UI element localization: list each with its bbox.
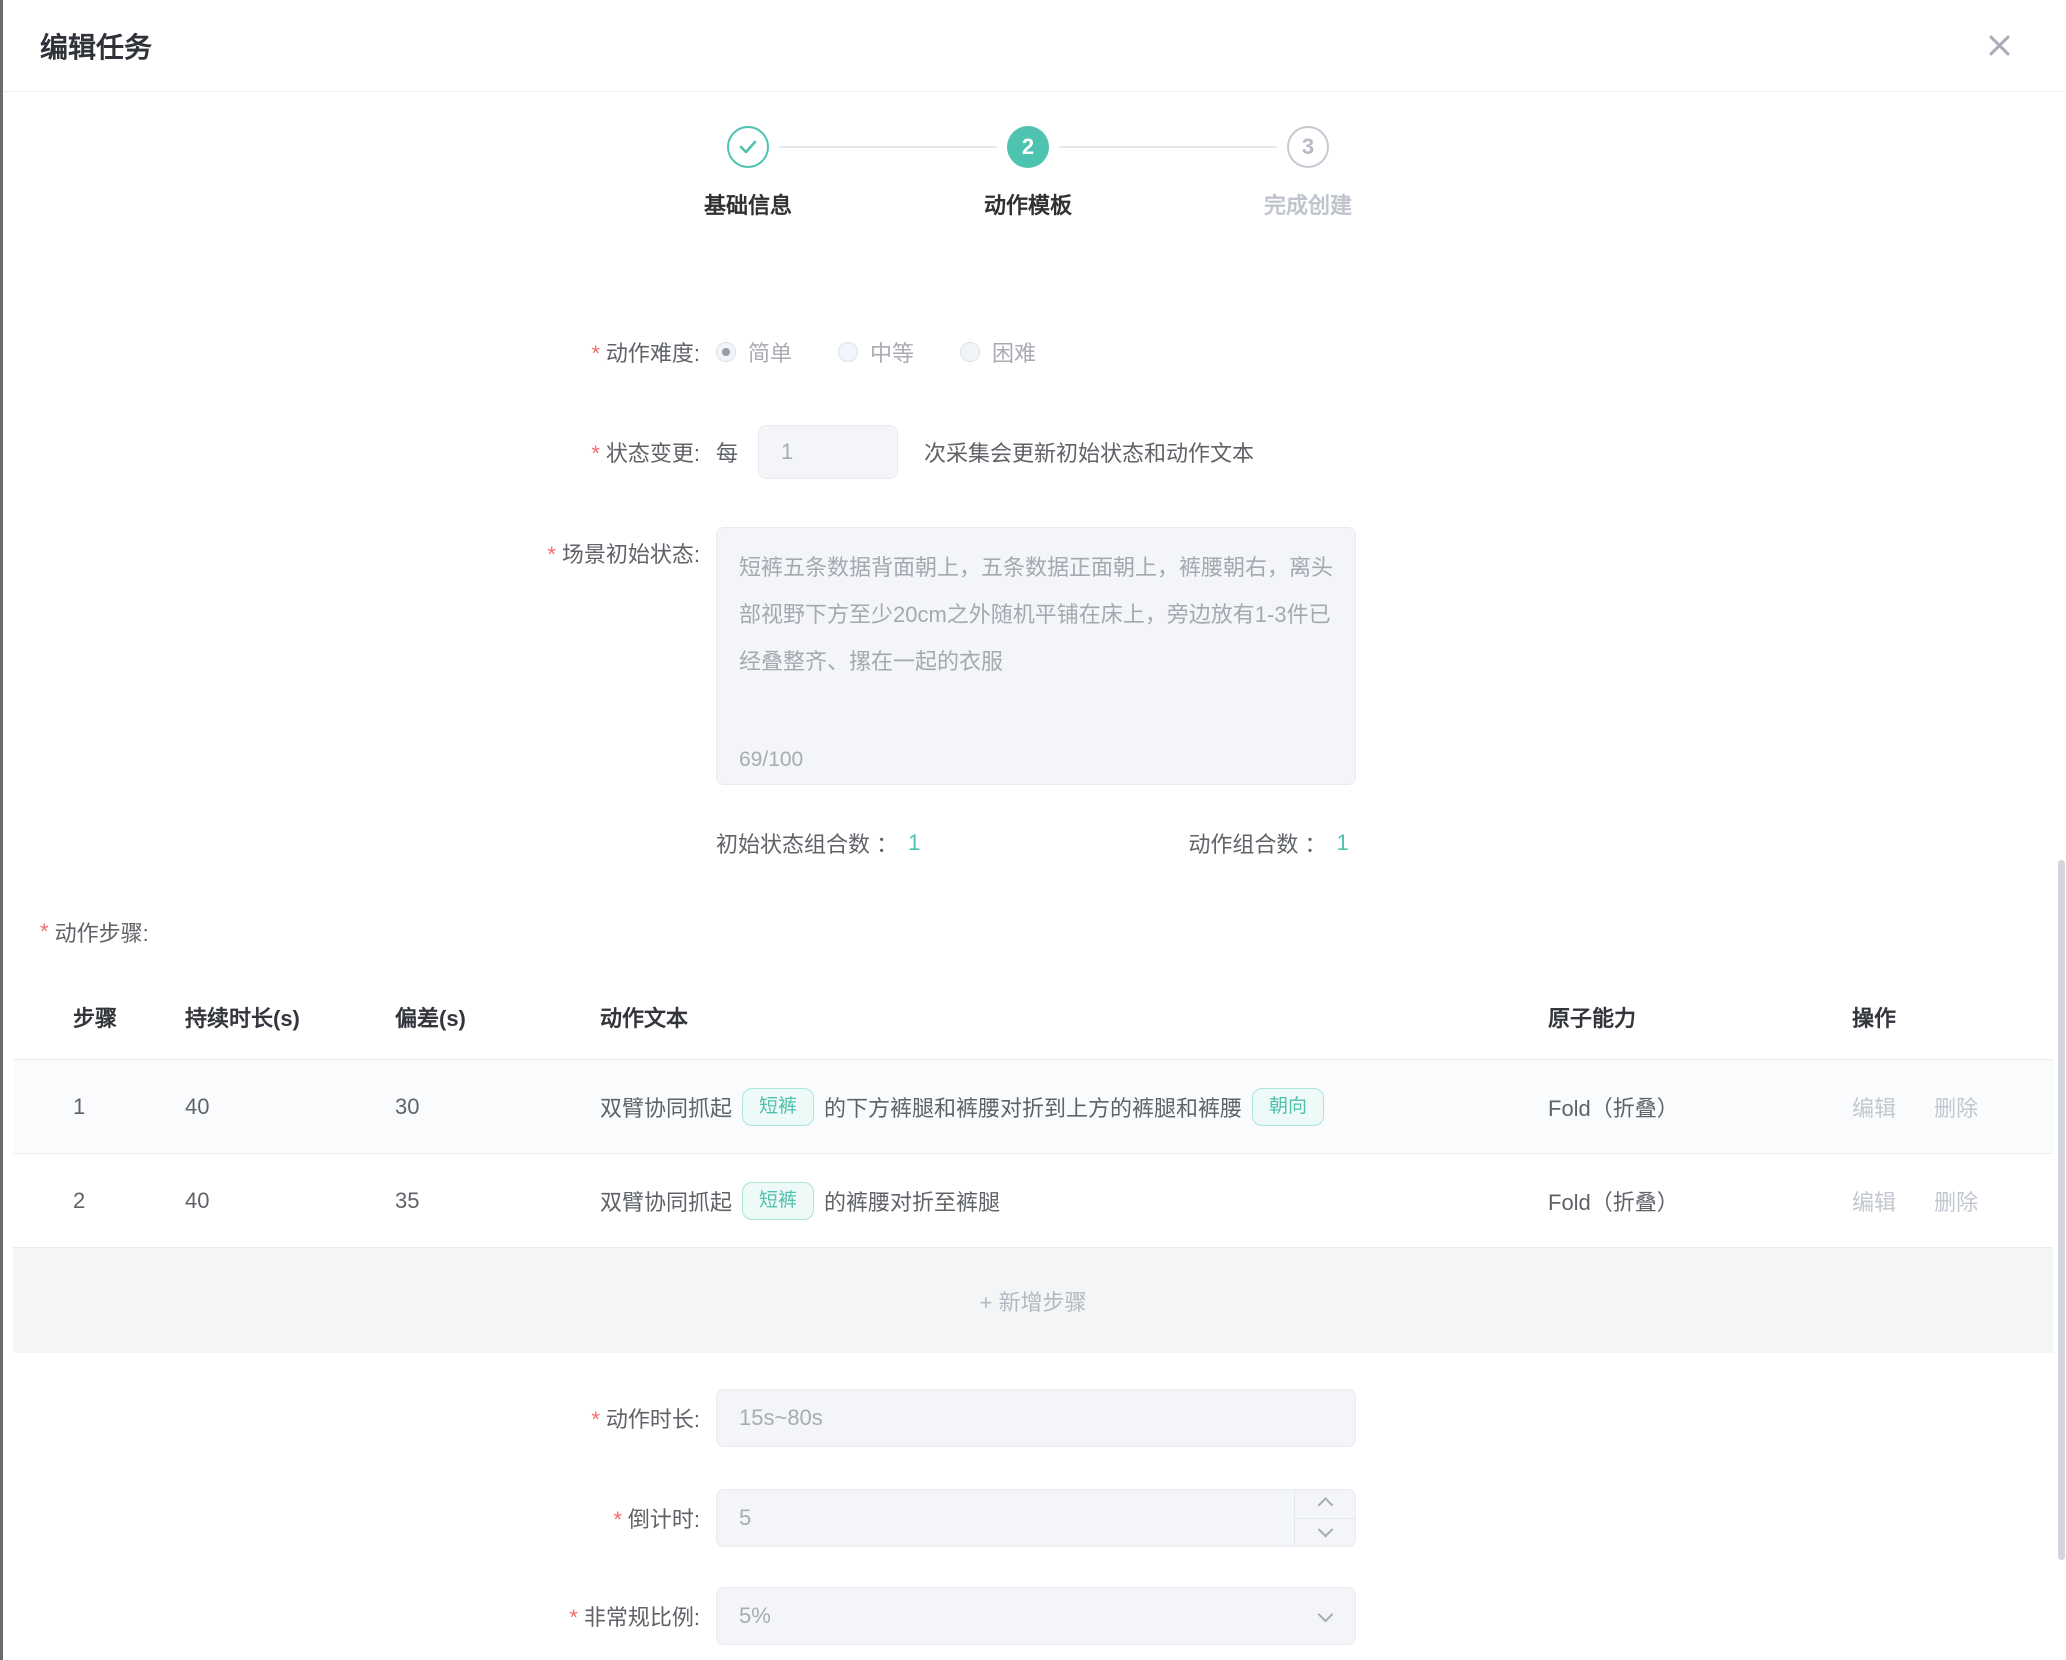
col-duration: 持续时长(s) — [185, 1001, 395, 1033]
difficulty-label: *动作难度: — [0, 336, 700, 368]
radio-label: 简单 — [748, 336, 792, 368]
cell-deviation: 35 — [395, 1188, 600, 1214]
radio-icon — [838, 342, 858, 362]
spinner-down-button[interactable] — [1295, 1519, 1355, 1547]
countdown-input[interactable]: 5 — [716, 1489, 1356, 1547]
action-duration-row: *动作时长: 15s~80s — [0, 1389, 2066, 1447]
cell-duration: 40 — [185, 1188, 395, 1214]
unusual-ratio-row: *非常规比例: 5% — [0, 1587, 2066, 1645]
cell-ability: Fold（折叠） — [1548, 1091, 1852, 1123]
page-edge-strip — [0, 0, 3, 1660]
required-asterisk: * — [591, 1407, 600, 1432]
action-combos-label: 动作组合数 ： — [1188, 827, 1326, 859]
step-1-label: 基础信息 — [628, 188, 868, 220]
required-asterisk: * — [547, 542, 556, 567]
radio-difficulty-medium[interactable]: 中等 — [838, 336, 914, 368]
add-step-button[interactable]: + 新增步骤 — [13, 1248, 2053, 1353]
chevron-up-icon — [1317, 1497, 1333, 1513]
object-tag: 短裤 — [742, 1182, 814, 1220]
state-change-prefix: 每 — [716, 436, 738, 468]
step-1-circle — [727, 126, 769, 168]
cell-ability: Fold（折叠） — [1548, 1185, 1852, 1217]
step-3-circle: 3 — [1287, 126, 1329, 168]
radio-icon — [960, 342, 980, 362]
initial-combos-label: 初始状态组合数 ： — [716, 827, 898, 859]
close-icon[interactable] — [1982, 28, 2016, 62]
radio-difficulty-hard[interactable]: 困难 — [960, 336, 1036, 368]
countdown-row: *倒计时: 5 — [0, 1489, 2066, 1547]
unusual-ratio-select[interactable]: 5% — [716, 1587, 1356, 1645]
initial-state-row: *场景初始状态: 短裤五条数据背面朝上，五条数据正面朝上，裤腰朝右，离头部视野下… — [0, 527, 2066, 785]
spinner-up-button[interactable] — [1295, 1490, 1355, 1519]
cell-operations: 编辑 删除 — [1852, 1091, 2053, 1123]
stepper: 2 3 基础信息 动作模板 完成创建 — [0, 104, 2066, 239]
step-2-circle: 2 — [1007, 126, 1049, 168]
required-asterisk: * — [591, 441, 600, 466]
cell-action-text: 双臂协同抓起 短裤 的下方裤腿和裤腰对折到上方的裤腿和裤腰 朝向 — [600, 1088, 1548, 1126]
required-asterisk: * — [40, 919, 49, 945]
object-tag: 短裤 — [742, 1088, 814, 1126]
cell-step: 2 — [73, 1188, 185, 1214]
initial-state-textarea[interactable]: 短裤五条数据背面朝上，五条数据正面朝上，裤腰朝右，离头部视野下方至少20cm之外… — [716, 527, 1356, 785]
edit-link[interactable]: 编辑 — [1852, 1190, 1896, 1215]
action-combos-value: 1 — [1337, 830, 1349, 856]
radio-difficulty-easy[interactable]: 简单 — [716, 336, 792, 368]
cell-duration: 40 — [185, 1094, 395, 1120]
difficulty-row: *动作难度: 简单 中等 困难 — [0, 330, 2066, 374]
table-header: 步骤 持续时长(s) 偏差(s) 动作文本 原子能力 操作 — [13, 975, 2053, 1060]
state-change-input[interactable]: 1 — [758, 425, 898, 479]
cell-operations: 编辑 删除 — [1852, 1185, 2053, 1217]
action-duration-label: *动作时长: — [0, 1402, 700, 1434]
cell-action-text: 双臂协同抓起 短裤 的裤腰对折至裤腿 — [600, 1182, 1548, 1220]
action-steps-table: 步骤 持续时长(s) 偏差(s) 动作文本 原子能力 操作 1 40 30 双臂… — [13, 975, 2053, 1353]
cell-deviation: 30 — [395, 1094, 600, 1120]
chevron-down-icon — [1318, 1607, 1334, 1623]
required-asterisk: * — [591, 341, 600, 366]
cell-step: 1 — [73, 1094, 185, 1120]
col-action-text: 动作文本 — [600, 1001, 1548, 1033]
col-step: 步骤 — [73, 1001, 185, 1033]
radio-label: 困难 — [992, 336, 1036, 368]
orientation-tag: 朝向 — [1252, 1088, 1324, 1126]
col-operations: 操作 — [1852, 1001, 2053, 1033]
table-row: 2 40 35 双臂协同抓起 短裤 的裤腰对折至裤腿 Fold（折叠） 编辑 删… — [13, 1154, 2053, 1248]
chevron-down-icon — [1317, 1522, 1333, 1538]
delete-link[interactable]: 删除 — [1934, 1096, 1978, 1121]
edit-link[interactable]: 编辑 — [1852, 1096, 1896, 1121]
scrollbar-thumb[interactable] — [2058, 860, 2065, 1560]
required-asterisk: * — [613, 1507, 622, 1532]
stepper-connector — [779, 146, 997, 148]
state-change-row: *状态变更: 每 1 次采集会更新初始状态和动作文本 — [0, 424, 2066, 480]
dialog-title: 编辑任务 — [40, 26, 152, 66]
radio-label: 中等 — [870, 336, 914, 368]
dialog-header: 编辑任务 — [0, 0, 2066, 92]
step-2-number: 2 — [1022, 134, 1034, 160]
number-spinner — [1294, 1490, 1355, 1546]
col-deviation: 偏差(s) — [395, 1001, 600, 1033]
table-row: 1 40 30 双臂协同抓起 短裤 的下方裤腿和裤腰对折到上方的裤腿和裤腰 朝向… — [13, 1060, 2053, 1154]
state-change-suffix: 次采集会更新初始状态和动作文本 — [924, 436, 1254, 468]
delete-link[interactable]: 删除 — [1934, 1190, 1978, 1215]
radio-icon — [716, 342, 736, 362]
initial-combos: 初始状态组合数 ： 1 — [716, 827, 920, 859]
step-2-label: 动作模板 — [908, 188, 1148, 220]
countdown-label: *倒计时: — [0, 1502, 700, 1534]
check-icon — [736, 135, 760, 159]
combo-counts-row: 初始状态组合数 ： 1 动作组合数 ： 1 — [0, 826, 2066, 860]
required-asterisk: * — [569, 1605, 578, 1630]
initial-combos-value: 1 — [908, 830, 920, 856]
step-3-label: 完成创建 — [1188, 188, 1428, 220]
initial-state-text: 短裤五条数据背面朝上，五条数据正面朝上，裤腰朝右，离头部视野下方至少20cm之外… — [739, 555, 1333, 674]
initial-state-label: *场景初始状态: — [0, 527, 700, 569]
action-combos: 动作组合数 ： 1 — [1188, 827, 1348, 859]
unusual-ratio-label: *非常规比例: — [0, 1600, 700, 1632]
stepper-connector — [1059, 146, 1277, 148]
state-change-label: *状态变更: — [0, 436, 700, 468]
col-ability: 原子能力 — [1548, 1001, 1852, 1033]
char-counter: 69/100 — [739, 748, 803, 772]
step-3-number: 3 — [1302, 134, 1314, 160]
action-duration-input[interactable]: 15s~80s — [716, 1389, 1356, 1447]
action-steps-label: *动作步骤: — [40, 916, 149, 948]
